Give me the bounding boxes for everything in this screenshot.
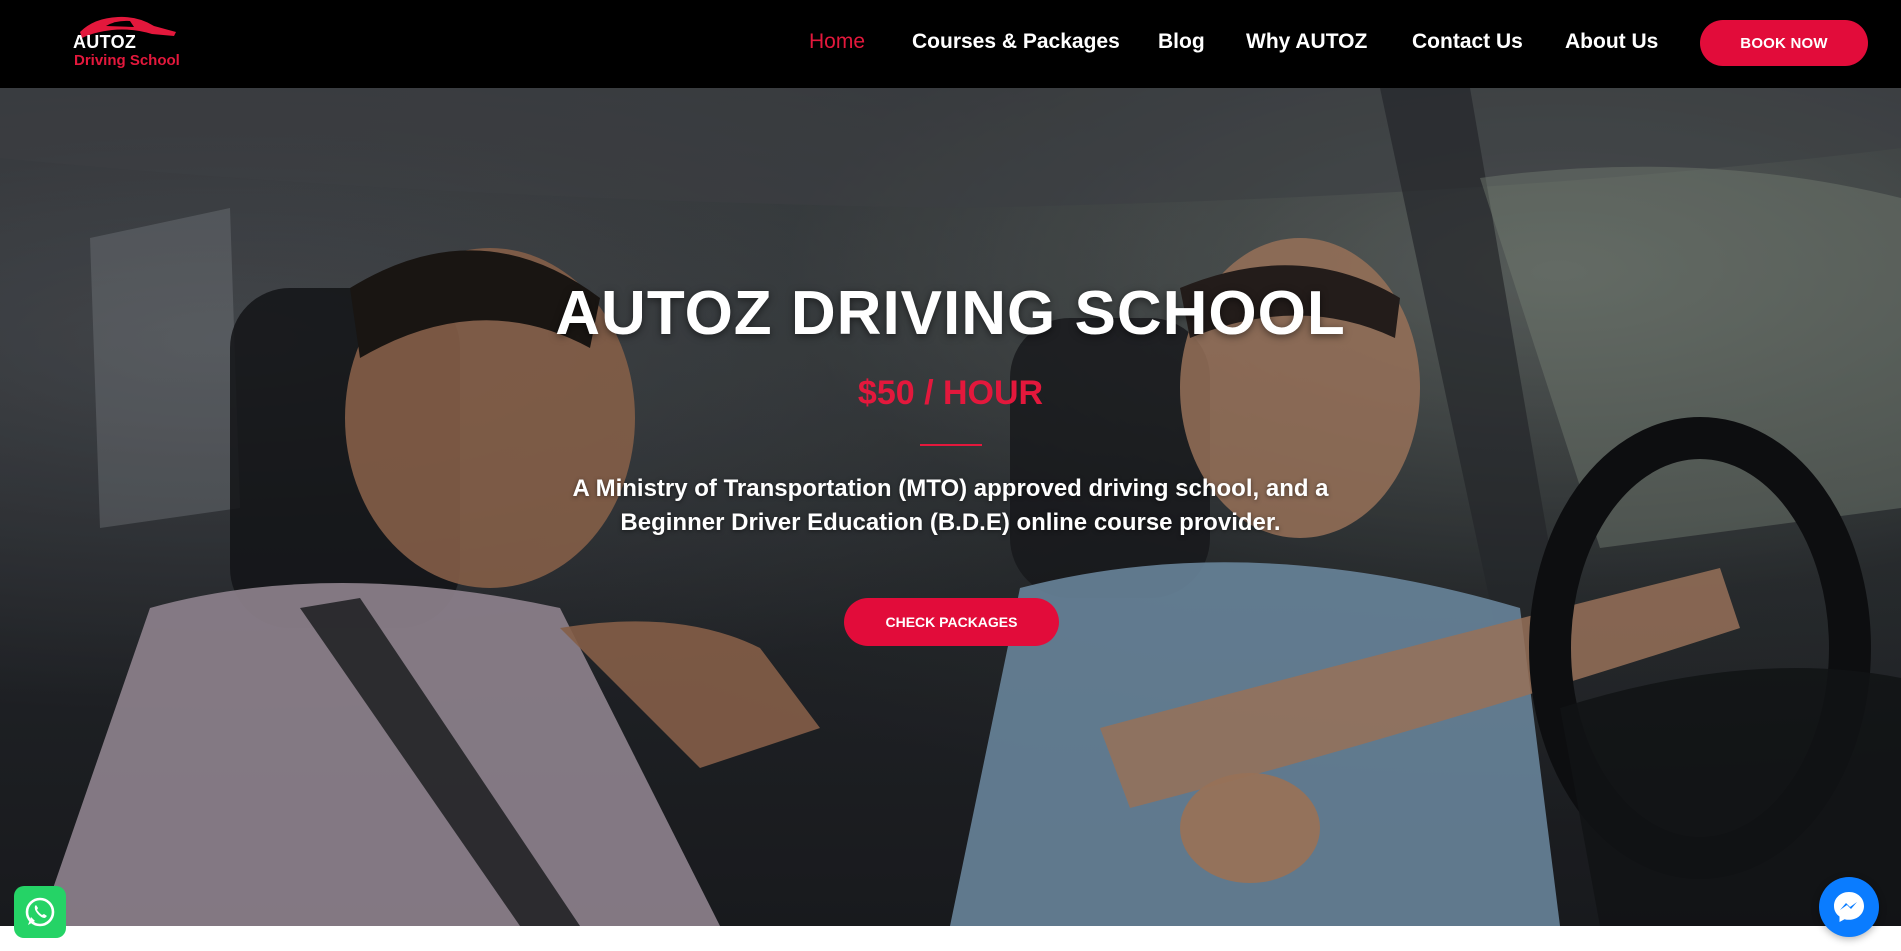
nav-blog[interactable]: Blog <box>1158 30 1205 54</box>
hero-divider <box>920 444 982 446</box>
nav-contact-us[interactable]: Contact Us <box>1412 30 1523 54</box>
nav-home[interactable]: Home <box>809 30 865 54</box>
hero-description: A Ministry of Transportation (MTO) appro… <box>572 475 1329 536</box>
book-now-button[interactable]: BOOK NOW <box>1700 20 1868 66</box>
messenger-icon <box>1834 892 1864 922</box>
whatsapp-icon <box>25 897 55 927</box>
hero-section: AUTOZ DRIVING SCHOOL $50 / HOUR A Minist… <box>0 88 1901 926</box>
hero-title: AUTOZ DRIVING SCHOOL <box>555 279 1346 348</box>
site-header: AUTOZ Driving School Home Courses & Pack… <box>0 0 1901 88</box>
nav-courses-packages[interactable]: Courses & Packages <box>912 30 1120 54</box>
main-nav: Home Courses & Packages Blog Why AUTOZ C… <box>0 0 1901 88</box>
nav-about-us[interactable]: About Us <box>1565 30 1658 54</box>
hero-price: $50 / HOUR <box>857 374 1044 412</box>
check-packages-button[interactable]: CHECK PACKAGES <box>844 598 1059 646</box>
nav-why-autoz[interactable]: Why AUTOZ <box>1246 30 1367 54</box>
messenger-button[interactable] <box>1819 877 1879 937</box>
whatsapp-button[interactable] <box>14 886 66 938</box>
